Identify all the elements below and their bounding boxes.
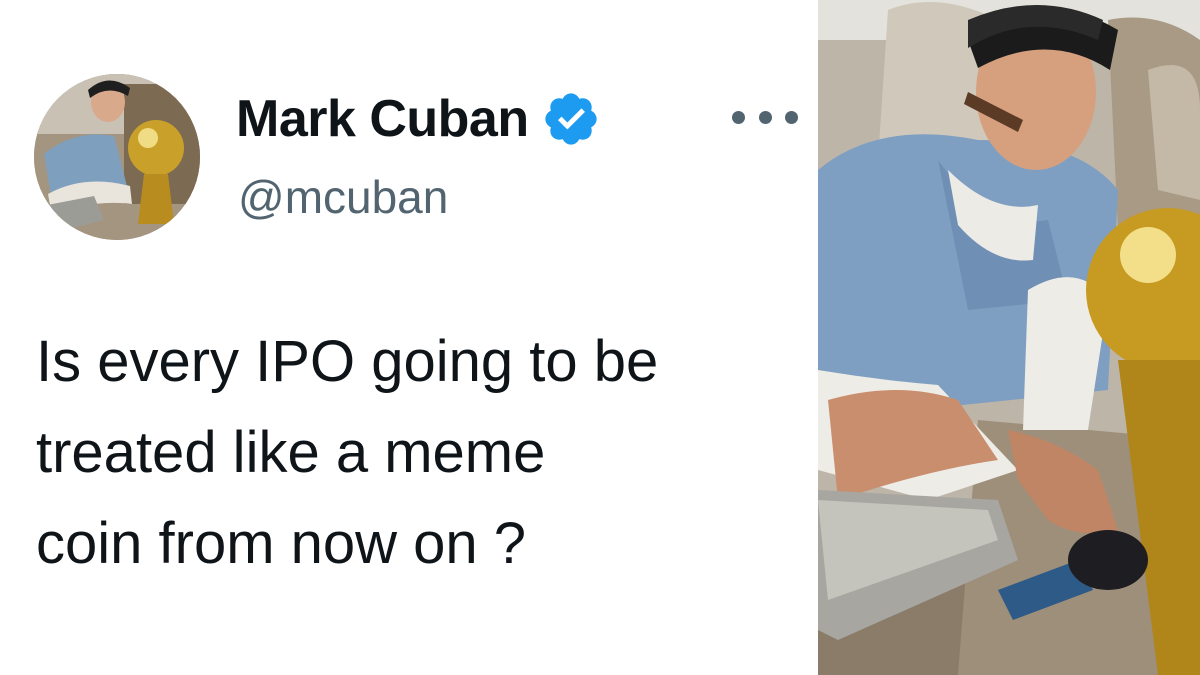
display-name-row: Mark Cuban [236,84,601,154]
tweet-screenshot: Mark Cuban @mcuban Is every IPO going to… [0,0,1200,675]
more-dot [758,110,772,124]
more-dot [732,110,745,124]
tweet-text-line: Is every IPO going to be [36,329,659,394]
tweet-text-line: treated like a meme [36,420,546,485]
avatar[interactable] [34,74,200,240]
verified-badge-icon [541,89,601,149]
more-dot [785,110,798,124]
avatar-image [34,74,200,240]
photo-image [818,0,1200,675]
more-options-icon[interactable] [732,100,798,134]
handle[interactable]: @mcuban [238,170,448,224]
tweet-text-line: coin from now on ? [36,511,527,576]
attached-photo[interactable] [818,0,1200,675]
display-name[interactable]: Mark Cuban [236,89,529,149]
tweet-card: Mark Cuban @mcuban Is every IPO going to… [0,0,818,675]
tweet-text: Is every IPO going to be treated like a … [36,316,806,589]
